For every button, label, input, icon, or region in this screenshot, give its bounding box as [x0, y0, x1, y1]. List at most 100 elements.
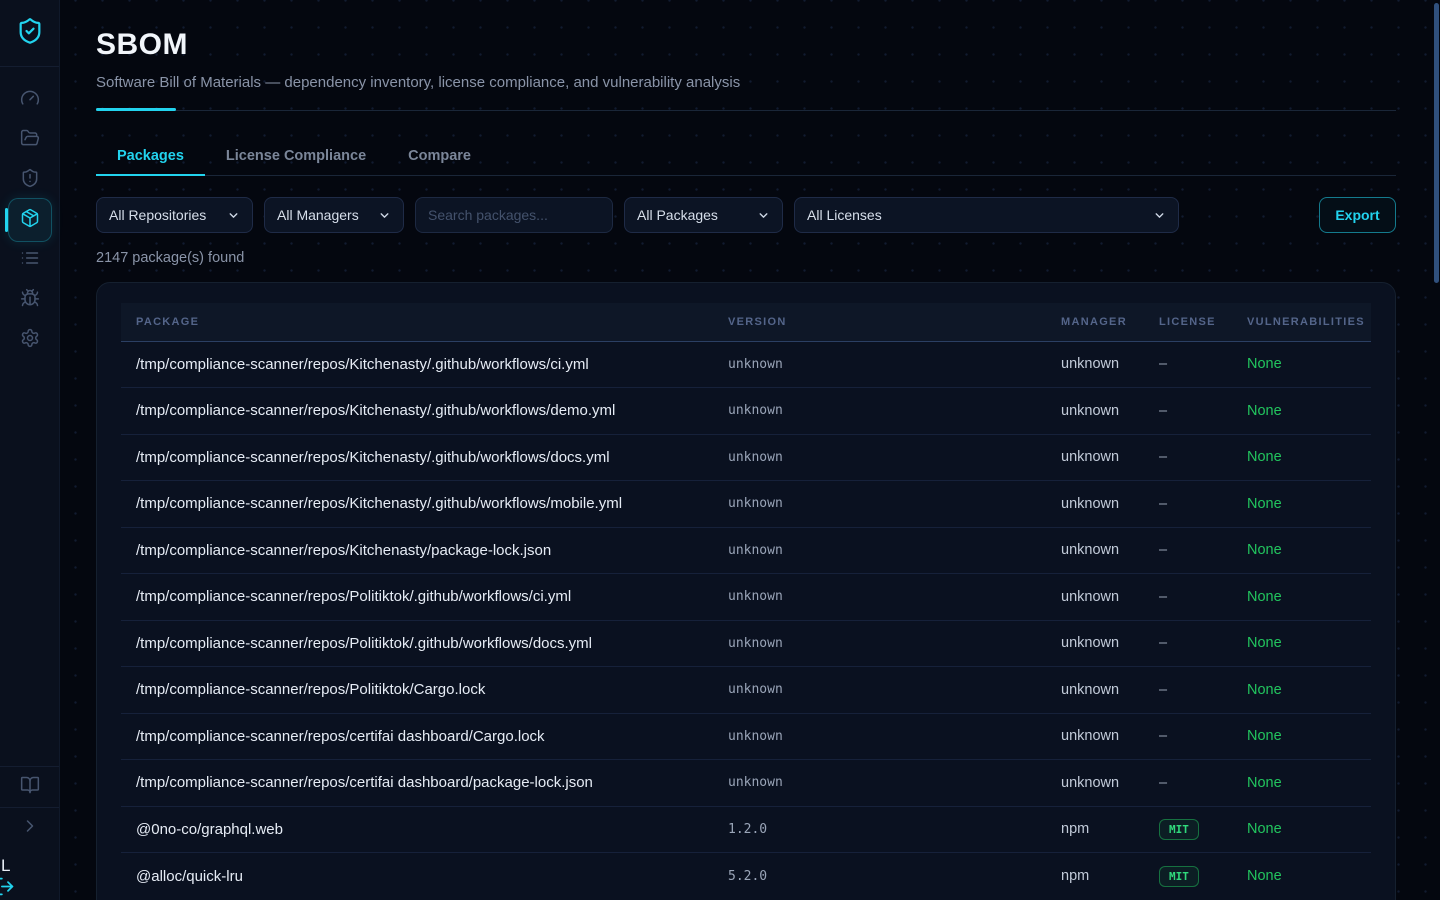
search-input[interactable]: [415, 197, 613, 233]
table-header-row: PACKAGE VERSION MANAGER LICENSE VULNERAB…: [121, 303, 1371, 341]
sidebar-item-dashboard[interactable]: [8, 80, 52, 120]
manager-cell: unknown: [1061, 713, 1159, 760]
page-subtitle: Software Bill of Materials — dependency …: [96, 74, 1396, 91]
license-cell: –: [1159, 481, 1247, 528]
page-title: SBOM: [96, 28, 1396, 62]
package-cell: /tmp/compliance-scanner/repos/Kitchenast…: [121, 481, 728, 528]
manager-cell: unknown: [1061, 574, 1159, 621]
chevron-down-icon: [757, 209, 770, 222]
version-cell: unknown: [728, 388, 1061, 435]
book-icon: [20, 775, 40, 800]
table-row[interactable]: /tmp/compliance-scanner/repos/certifai d…: [121, 760, 1371, 807]
repositories-select-value: All Repositories: [109, 207, 206, 223]
tab-bar: Packages License Compliance Compare: [96, 137, 1396, 176]
sidebar-item-docs[interactable]: [0, 767, 59, 807]
folder-icon: [20, 128, 40, 153]
table-row[interactable]: /tmp/compliance-scanner/repos/Kitchenast…: [121, 341, 1371, 388]
vertical-scrollbar[interactable]: [1434, 3, 1439, 283]
tab-compare[interactable]: Compare: [387, 137, 492, 175]
license-cell: –: [1159, 527, 1247, 574]
license-cell: –: [1159, 434, 1247, 481]
vulnerabilities-cell: None: [1247, 806, 1371, 853]
repositories-select[interactable]: All Repositories: [96, 197, 253, 233]
license-badge: MIT: [1159, 819, 1199, 840]
vulnerabilities-cell: None: [1247, 667, 1371, 714]
manager-cell: npm: [1061, 853, 1159, 900]
filter-bar: All Repositories All Managers All Packag…: [96, 197, 1396, 233]
packages-select[interactable]: All Packages: [624, 197, 783, 233]
main-content: SBOM Software Bill of Materials — depend…: [60, 0, 1440, 900]
tab-license-compliance[interactable]: License Compliance: [205, 137, 387, 175]
version-cell: unknown: [728, 760, 1061, 807]
vulnerabilities-cell: None: [1247, 853, 1371, 900]
column-header-manager: MANAGER: [1061, 303, 1159, 341]
license-cell: –: [1159, 574, 1247, 621]
sidebar-item-security[interactable]: [8, 160, 52, 200]
vulnerabilities-cell: None: [1247, 481, 1371, 528]
vulnerabilities-cell: None: [1247, 713, 1371, 760]
app-logo[interactable]: [0, 0, 59, 67]
header-divider: [96, 108, 1396, 111]
column-header-vulnerabilities: VULNERABILITIES: [1247, 303, 1371, 341]
table-body: /tmp/compliance-scanner/repos/Kitchenast…: [121, 341, 1371, 899]
gear-icon: [20, 328, 40, 353]
licenses-select[interactable]: All Licenses: [794, 197, 1179, 233]
export-button[interactable]: Export: [1319, 197, 1396, 233]
license-cell: –: [1159, 341, 1247, 388]
sidebar-item-sbom[interactable]: [8, 198, 52, 242]
package-icon: [20, 208, 40, 233]
vulnerabilities-cell: None: [1247, 574, 1371, 621]
table-row[interactable]: /tmp/compliance-scanner/repos/Kitchenast…: [121, 481, 1371, 528]
column-header-license: LICENSE: [1159, 303, 1247, 341]
manager-cell: unknown: [1061, 434, 1159, 481]
sidebar-item-settings[interactable]: [8, 320, 52, 360]
package-cell: /tmp/compliance-scanner/repos/Kitchenast…: [121, 527, 728, 574]
manager-cell: unknown: [1061, 388, 1159, 435]
logout-icon[interactable]: [0, 876, 15, 900]
licenses-select-value: All Licenses: [807, 207, 882, 223]
table-row[interactable]: /tmp/compliance-scanner/repos/Politiktok…: [121, 574, 1371, 621]
table-row[interactable]: /tmp/compliance-scanner/repos/Kitchenast…: [121, 527, 1371, 574]
sidebar-item-inventory[interactable]: [8, 240, 52, 280]
package-cell: /tmp/compliance-scanner/repos/Kitchenast…: [121, 434, 728, 481]
version-cell: unknown: [728, 574, 1061, 621]
table-row[interactable]: @0no-co/graphql.web 1.2.0 npm MIT None: [121, 806, 1371, 853]
tab-packages[interactable]: Packages: [96, 137, 205, 175]
version-cell: unknown: [728, 341, 1061, 388]
table-row[interactable]: /tmp/compliance-scanner/repos/Politiktok…: [121, 667, 1371, 714]
version-cell: unknown: [728, 667, 1061, 714]
packages-select-value: All Packages: [637, 207, 718, 223]
sidebar-nav: [0, 80, 59, 360]
chevron-down-icon: [227, 209, 240, 222]
chevron-down-icon: [1153, 209, 1166, 222]
table-row[interactable]: /tmp/compliance-scanner/repos/certifai d…: [121, 713, 1371, 760]
list-icon: [20, 248, 40, 273]
vulnerabilities-cell: None: [1247, 388, 1371, 435]
version-cell: 5.2.0: [728, 853, 1061, 900]
sidebar: [0, 0, 60, 900]
table-row[interactable]: /tmp/compliance-scanner/repos/Politiktok…: [121, 620, 1371, 667]
chevron-down-icon: [378, 209, 391, 222]
vulnerabilities-cell: None: [1247, 527, 1371, 574]
license-cell: –: [1159, 760, 1247, 807]
version-cell: unknown: [728, 434, 1061, 481]
vulnerabilities-cell: None: [1247, 760, 1371, 807]
results-count: 2147 package(s) found: [96, 250, 1396, 266]
manager-cell: unknown: [1061, 341, 1159, 388]
sidebar-item-repositories[interactable]: [8, 120, 52, 160]
table-row[interactable]: @alloc/quick-lru 5.2.0 npm MIT None: [121, 853, 1371, 900]
sidebar-collapse-button[interactable]: [0, 808, 59, 848]
license-cell: –: [1159, 667, 1247, 714]
table-row[interactable]: /tmp/compliance-scanner/repos/Kitchenast…: [121, 388, 1371, 435]
managers-select[interactable]: All Managers: [264, 197, 404, 233]
table-row[interactable]: /tmp/compliance-scanner/repos/Kitchenast…: [121, 434, 1371, 481]
version-cell: unknown: [728, 527, 1061, 574]
package-cell: /tmp/compliance-scanner/repos/certifai d…: [121, 713, 728, 760]
vulnerabilities-cell: None: [1247, 341, 1371, 388]
sidebar-item-issues[interactable]: [8, 280, 52, 320]
package-cell: @0no-co/graphql.web: [121, 806, 728, 853]
manager-cell: unknown: [1061, 481, 1159, 528]
vulnerabilities-cell: None: [1247, 434, 1371, 481]
chevron-right-icon: [20, 816, 40, 841]
version-cell: 1.2.0: [728, 806, 1061, 853]
